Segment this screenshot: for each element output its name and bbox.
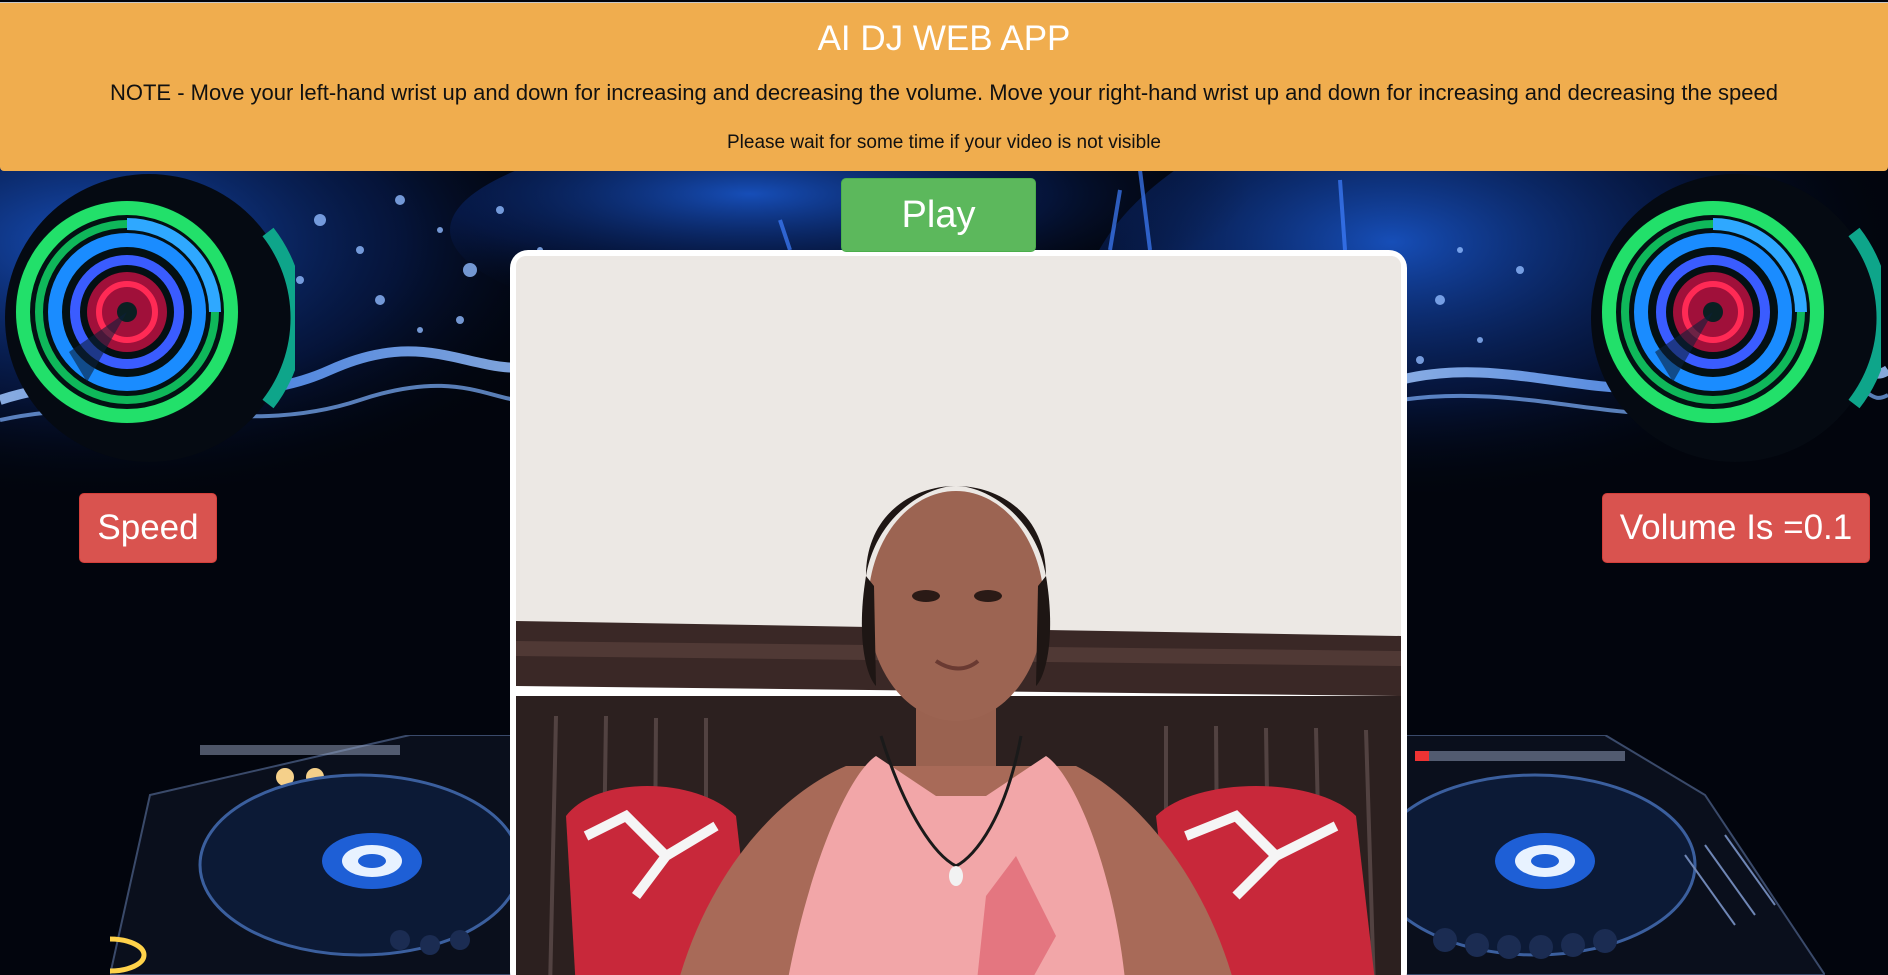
right-neon-disc-icon [1591,174,1881,462]
left-dj-turntable-icon [110,735,530,975]
header-banner: AI DJ WEB APP NOTE - Move your left-hand… [0,2,1888,171]
speed-button[interactable]: Speed [79,493,217,563]
right-dj-turntable-icon [1405,735,1825,975]
app-root: AI DJ WEB APP NOTE - Move your left-hand… [0,0,1888,975]
play-button[interactable]: Play [841,178,1036,252]
left-neon-disc-icon [5,174,295,462]
webcam-feed [516,256,1401,975]
volume-button[interactable]: Volume Is =0.1 [1602,493,1870,563]
instruction-note: NOTE - Move your left-hand wrist up and … [109,80,1778,105]
video-container [510,250,1407,975]
wait-message: Please wait for some time if your video … [726,132,1161,153]
page-title: AI DJ WEB APP [817,19,1071,58]
